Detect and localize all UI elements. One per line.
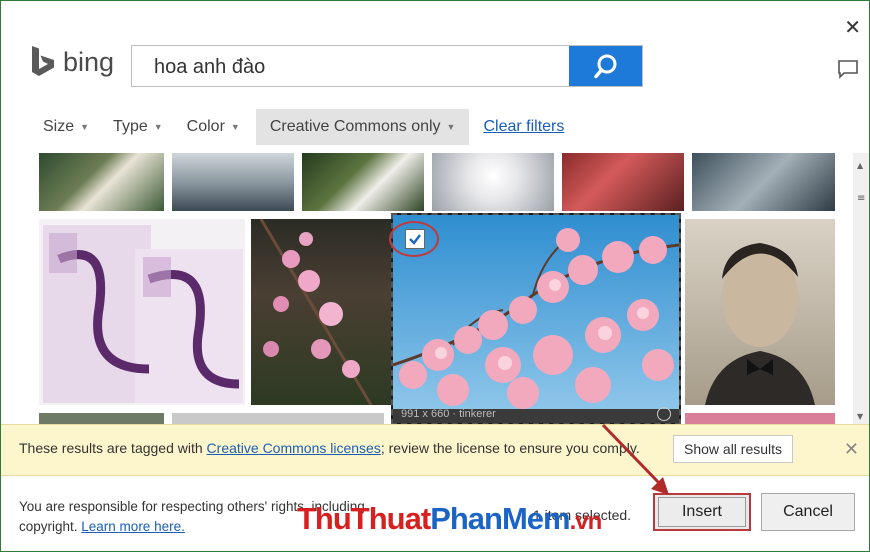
annotation-arrow xyxy=(601,423,669,495)
close-icon[interactable]: ✕ xyxy=(844,17,861,37)
chevron-down-icon: ▼ xyxy=(80,122,90,132)
copyright-notice-line2-text: copyright. xyxy=(19,519,82,534)
color-filter-label: Color xyxy=(186,118,225,135)
image-results-grid: 991 x 660 · tinkerer xyxy=(39,153,839,425)
search-button[interactable] xyxy=(569,46,642,86)
filter-bar: Size ▼ Type ▼ Color ▼ Creative Commons o… xyxy=(31,109,564,145)
license-notification-bar: These results are tagged with Creative C… xyxy=(1,424,869,476)
cancel-button[interactable]: Cancel xyxy=(761,493,855,531)
results-scrollbar[interactable]: ▲ ≡ ▼ xyxy=(853,153,869,425)
watermark-part3: .vn xyxy=(569,508,603,535)
bing-logo: bing xyxy=(29,45,114,79)
clear-filters-link[interactable]: Clear filters xyxy=(483,118,564,136)
image-thumbnail[interactable] xyxy=(432,153,554,211)
image-thumbnail[interactable] xyxy=(172,153,294,211)
annotation-circle xyxy=(389,221,439,257)
portrait-photo-image xyxy=(705,243,815,405)
search-icon xyxy=(593,54,616,79)
chevron-down-icon: ▼ xyxy=(446,122,456,132)
image-thumbnail[interactable] xyxy=(692,153,835,211)
chevron-down-icon: ▼ xyxy=(230,122,240,132)
watermark-part2: PhanMem xyxy=(430,501,570,536)
color-filter[interactable]: Color ▼ xyxy=(175,109,252,145)
license-filter-label: Creative Commons only xyxy=(269,118,441,135)
scroll-thumb[interactable]: ≡ xyxy=(857,193,865,223)
feedback-icon[interactable] xyxy=(837,59,859,79)
creative-commons-licenses-link[interactable]: Creative Commons licenses xyxy=(207,440,381,456)
scroll-up-icon[interactable]: ▲ xyxy=(857,161,863,170)
notification-text-before: These results are tagged with xyxy=(19,440,207,456)
watermark-part1: ThuThuat xyxy=(297,501,431,536)
size-filter-label: Size xyxy=(43,118,75,135)
bing-b-icon xyxy=(32,46,54,76)
watermark: ThuThuatPhanMem.vn xyxy=(297,501,603,537)
image-thumbnail[interactable] xyxy=(39,153,164,211)
image-thumbnail[interactable] xyxy=(302,153,424,211)
image-thumbnail[interactable] xyxy=(251,219,391,405)
search-input[interactable] xyxy=(132,46,592,88)
insert-pictures-dialog: ✕ bing Size ▼ Type ▼ Color ▼ xyxy=(0,0,870,552)
type-filter[interactable]: Type ▼ xyxy=(101,109,175,145)
type-filter-label: Type xyxy=(113,118,148,135)
image-caption-text: 991 x 660 · tinkerer xyxy=(401,408,496,420)
book-cover-image xyxy=(43,225,243,403)
notification-message: These results are tagged with Creative C… xyxy=(19,440,640,456)
scroll-down-icon[interactable]: ▼ xyxy=(857,412,863,421)
image-thumbnail[interactable] xyxy=(685,219,835,405)
size-filter[interactable]: Size ▼ xyxy=(31,109,101,145)
notification-close-icon[interactable]: ✕ xyxy=(844,439,859,460)
license-filter[interactable]: Creative Commons only ▼ xyxy=(255,109,470,145)
image-thumbnail[interactable] xyxy=(39,219,245,405)
search-box xyxy=(131,45,643,88)
bing-logo-text: bing xyxy=(63,46,115,77)
cherry-blossom-branch-image xyxy=(259,219,373,405)
chevron-down-icon: ▼ xyxy=(153,122,163,132)
image-thumbnail[interactable] xyxy=(562,153,684,211)
learn-more-link[interactable]: Learn more here. xyxy=(81,519,185,534)
